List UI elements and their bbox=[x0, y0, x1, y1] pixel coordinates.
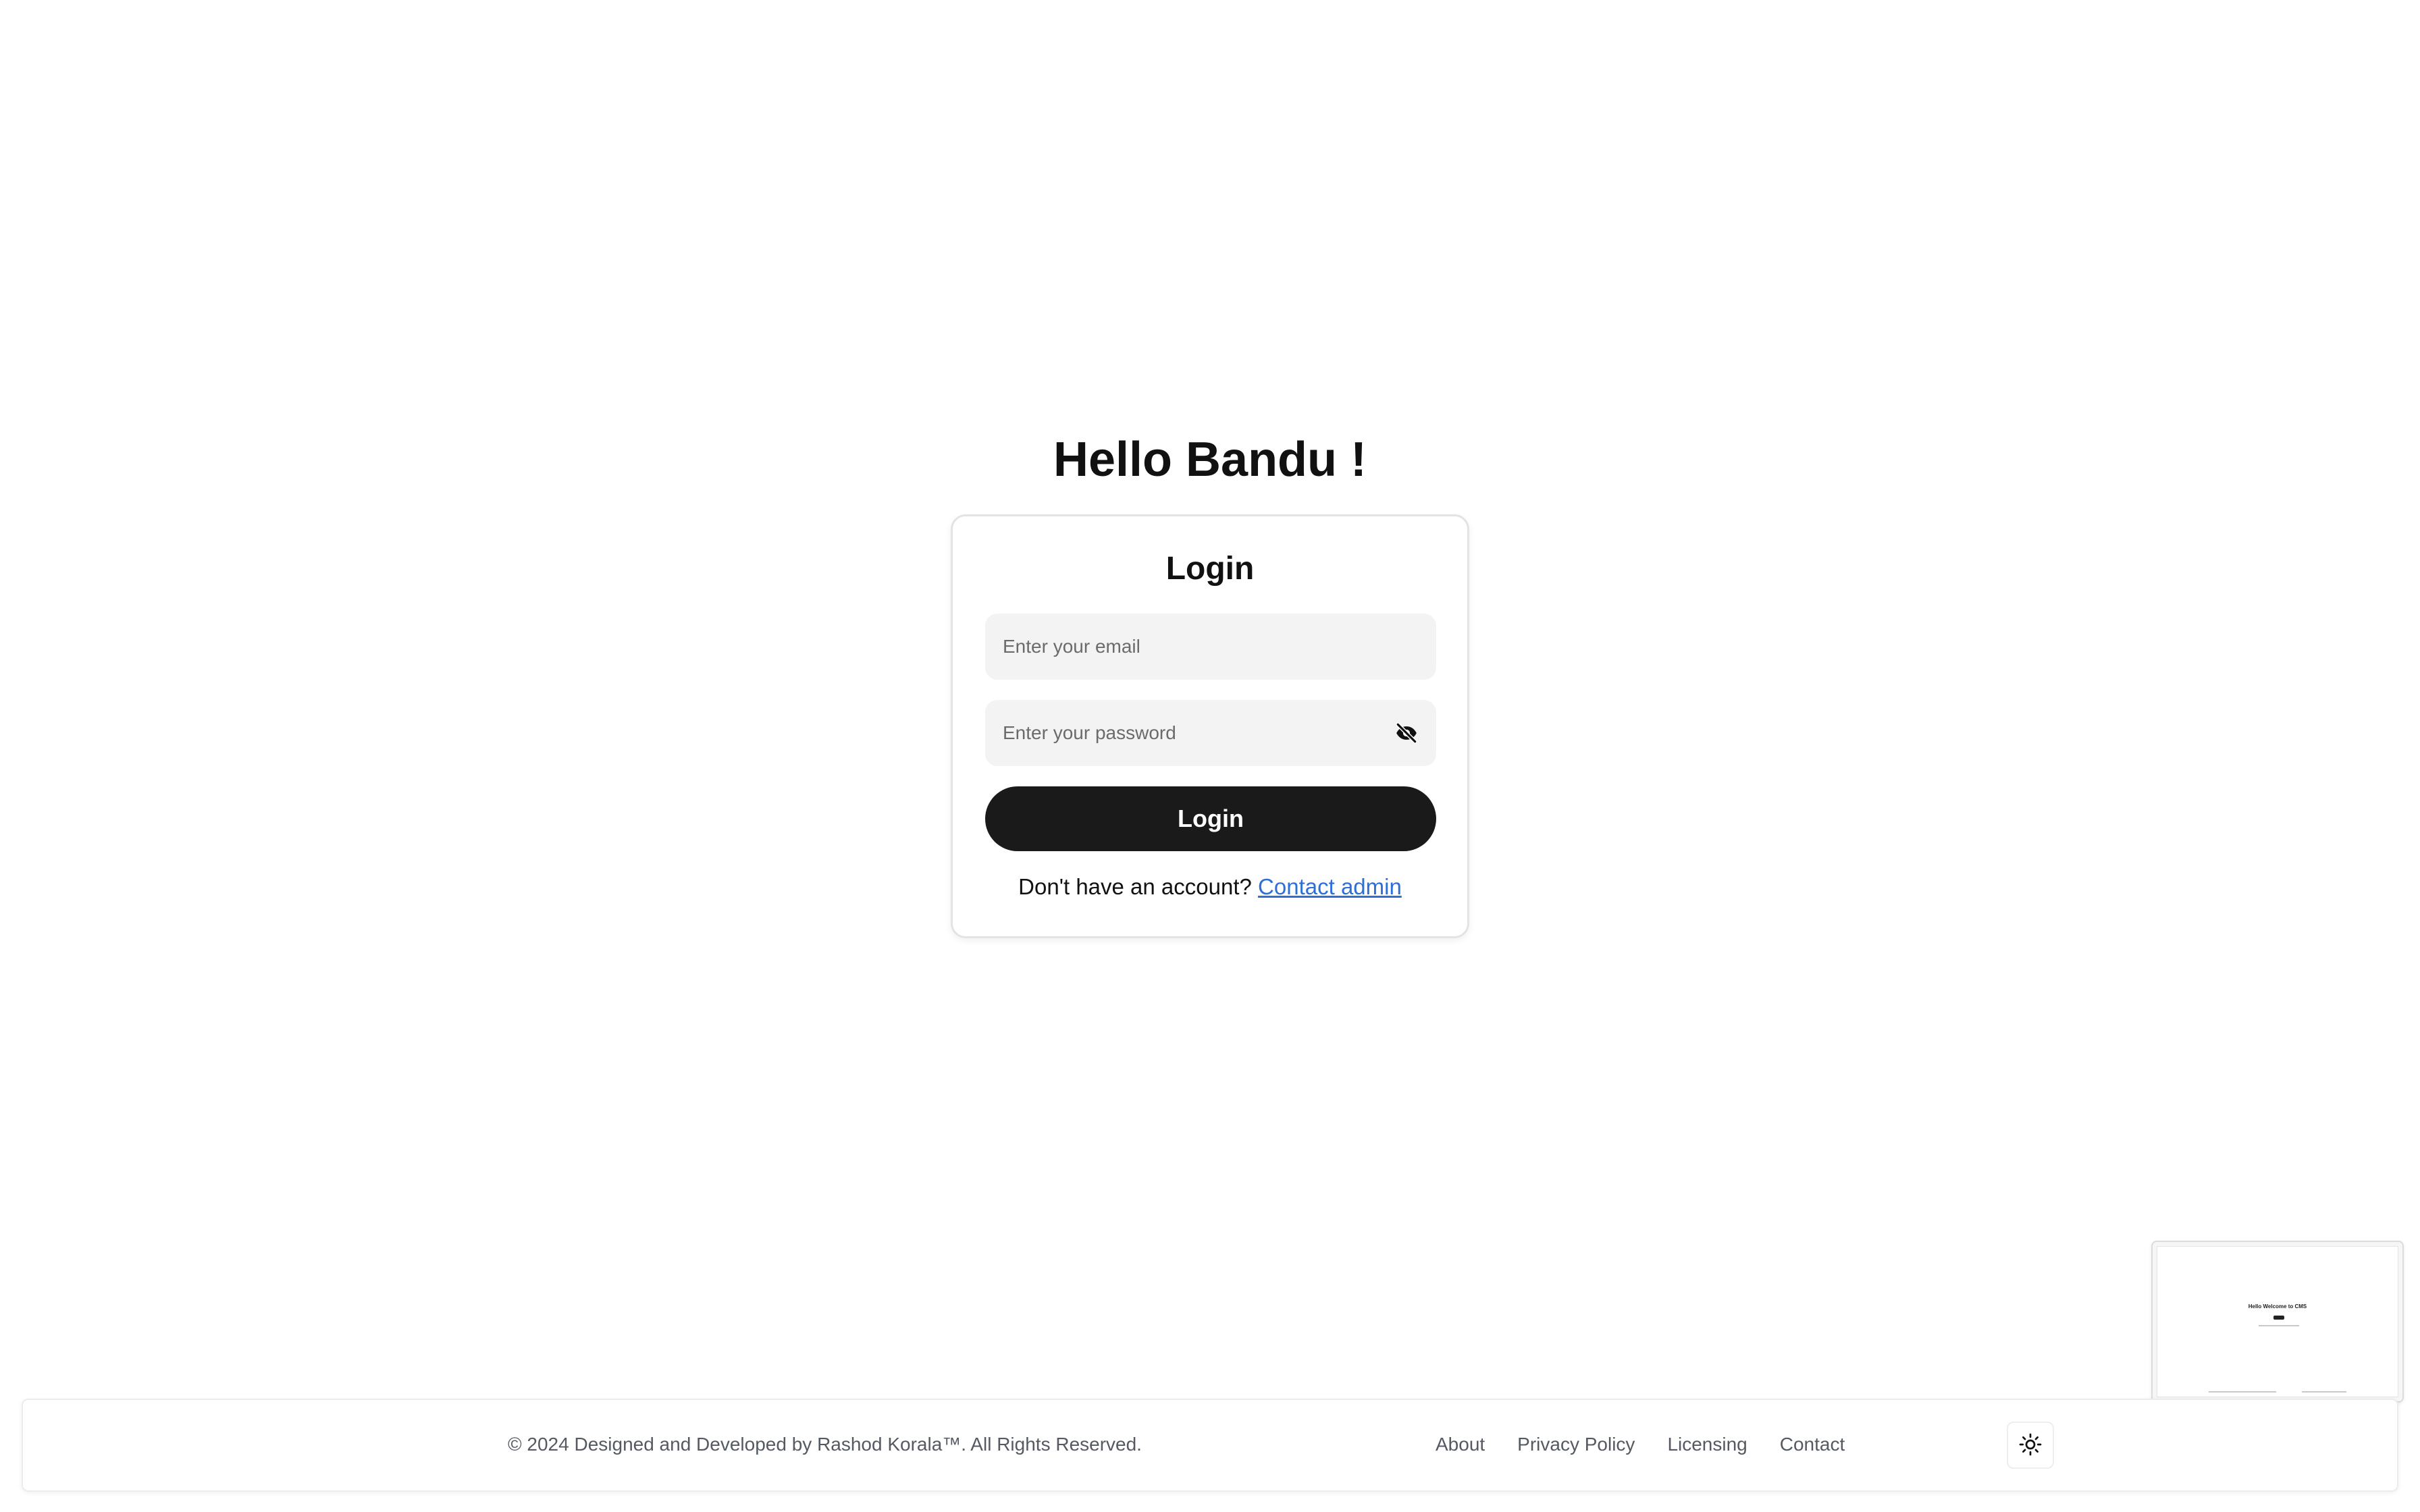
preview-title: Hello Welcome to CMS bbox=[2248, 1303, 2307, 1310]
signup-row: Don't have an account? Contact admin bbox=[953, 874, 1467, 900]
footer-link-privacy-policy[interactable]: Privacy Policy bbox=[1517, 1434, 1635, 1455]
page-preview-thumbnail[interactable]: Hello Welcome to CMS bbox=[2151, 1241, 2404, 1403]
preview-text-line bbox=[2259, 1325, 2299, 1326]
login-card: Login Login Don't have an account? Conta… bbox=[951, 514, 1469, 938]
password-field[interactable] bbox=[985, 700, 1436, 766]
preview-footer-line bbox=[2209, 1391, 2276, 1393]
footer-link-about[interactable]: About bbox=[1436, 1434, 1485, 1455]
greeting-heading: Hello Bandu ! bbox=[1053, 433, 1367, 487]
login-card-title: Login bbox=[1165, 551, 1255, 587]
footer: © 2024 Designed and Developed by Rashod … bbox=[22, 1399, 2398, 1492]
footer-link-contact[interactable]: Contact bbox=[1780, 1434, 1845, 1455]
theme-toggle-button[interactable] bbox=[2007, 1422, 2054, 1469]
eye-off-icon[interactable] bbox=[1394, 721, 1419, 745]
password-field-container bbox=[985, 700, 1436, 766]
signup-prompt: Don't have an account? bbox=[1018, 874, 1252, 899]
preview-footer-links bbox=[2302, 1391, 2346, 1393]
preview-button bbox=[2273, 1316, 2284, 1320]
preview-canvas: Hello Welcome to CMS bbox=[2157, 1246, 2398, 1397]
footer-link-licensing[interactable]: Licensing bbox=[1667, 1434, 1747, 1455]
email-field-container bbox=[985, 614, 1436, 680]
footer-nav: About Privacy Policy Licensing Contact bbox=[1436, 1434, 1845, 1455]
contact-admin-link[interactable]: Contact admin bbox=[1258, 874, 1402, 899]
email-field[interactable] bbox=[985, 614, 1436, 680]
copyright-text: © 2024 Designed and Developed by Rashod … bbox=[508, 1434, 1142, 1455]
login-button[interactable]: Login bbox=[985, 786, 1436, 851]
sun-icon bbox=[2018, 1432, 2043, 1459]
